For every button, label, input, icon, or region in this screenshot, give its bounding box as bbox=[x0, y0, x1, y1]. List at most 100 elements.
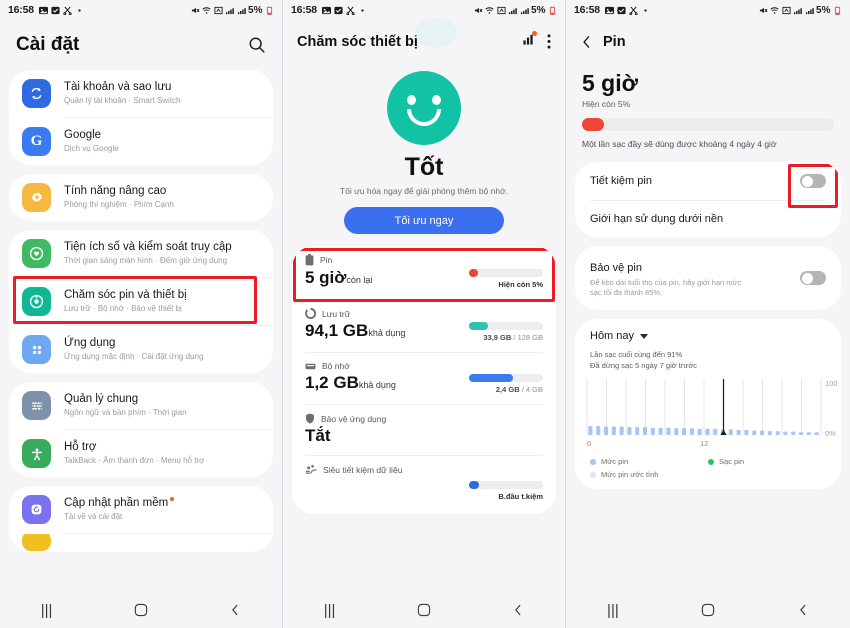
svg-text:12: 12 bbox=[700, 439, 708, 448]
signal-icon bbox=[237, 7, 246, 14]
item-value: 1,2 GBkhả dụng bbox=[305, 373, 396, 392]
mute-icon bbox=[191, 7, 199, 13]
scissors-icon bbox=[629, 6, 638, 15]
item-label: Bộ nhớ bbox=[322, 361, 350, 371]
sidebar-item-accessibility[interactable]: Hỗ trợ TalkBack · Âm thanh đơn · Menu hỗ… bbox=[9, 430, 273, 477]
setting-battery-protection[interactable]: Bảo vệ pin Để kéo dài tuổi thọ của pin, … bbox=[575, 246, 841, 310]
nav-bar-3: ||| bbox=[566, 592, 850, 628]
recents-button[interactable]: ||| bbox=[41, 602, 53, 619]
search-icon[interactable] bbox=[248, 36, 266, 54]
setting-power-saving[interactable]: Tiết kiệm pin bbox=[575, 162, 841, 200]
checkbox-icon bbox=[334, 6, 343, 14]
battery-progress-bar bbox=[469, 269, 543, 277]
chart-icon[interactable] bbox=[522, 31, 537, 51]
power-saving-toggle[interactable] bbox=[800, 174, 826, 188]
battery-time-left: 5 giờ bbox=[582, 70, 638, 96]
scissors-icon bbox=[346, 6, 355, 15]
back-chevron-icon[interactable] bbox=[581, 34, 592, 50]
mute-icon bbox=[474, 7, 482, 13]
sidebar-item-general-management[interactable]: Quản lý chung Ngôn ngữ và bàn phím · Thờ… bbox=[9, 382, 273, 429]
usage-period-label: Hôm nay bbox=[590, 330, 635, 342]
recents-button[interactable]: ||| bbox=[324, 602, 336, 619]
device-care-item-memory[interactable]: Bộ nhớ 1,2 GBkhả dụng 2,4 GB / 4 GB bbox=[292, 353, 556, 404]
chart-legend: Mức pin Sạc pin Mức pin ước tính bbox=[575, 451, 841, 481]
item-title: Tính năng nâng cao bbox=[64, 185, 167, 197]
overflow-menu-icon[interactable] bbox=[547, 34, 551, 49]
item-subtitle: Lưu trữ · Bộ nhớ · Bảo vệ thiết bị bbox=[64, 304, 182, 313]
panel-settings: 16:58 5% Cài đặt Tài khoản và sao lưu Qu… bbox=[0, 0, 283, 628]
battery-protection-toggle[interactable] bbox=[800, 271, 826, 285]
status-bar-2: 16:58 5% bbox=[283, 0, 565, 20]
heart-circle-icon bbox=[22, 239, 51, 268]
sidebar-item-battery-device-care[interactable]: Chăm sóc pin và thiết bị Lưu trữ · Bộ nh… bbox=[9, 278, 273, 325]
memory-progress-bar bbox=[469, 374, 543, 382]
item-subtitle: Thời gian sáng màn hình · Đếm giờ ứng dụ… bbox=[64, 256, 228, 265]
sidebar-item-advanced-features[interactable]: Tính năng nâng cao Phòng thí nghiệm · Ph… bbox=[9, 174, 273, 221]
header-actions bbox=[522, 31, 551, 51]
storage-progress-bar bbox=[469, 322, 543, 330]
legend-dot-icon bbox=[708, 458, 714, 465]
signal-icon bbox=[805, 7, 814, 14]
item-title: Tài khoản và sao lưu bbox=[64, 81, 172, 93]
checkbox-icon bbox=[617, 6, 626, 14]
accessibility-icon bbox=[22, 439, 51, 468]
item-caption: 2,4 GB / 4 GB bbox=[495, 385, 543, 394]
status-left-icons bbox=[321, 6, 367, 15]
status-battery-percent: 5% bbox=[248, 4, 263, 16]
privacy-icon bbox=[22, 534, 51, 551]
last-charge-line: Lần sạc cuối cùng đến 91% bbox=[590, 350, 683, 359]
item-value: 94,1 GBkhả dụng bbox=[305, 321, 406, 340]
item-title: Tiện ích số và kiểm soát truy cập bbox=[64, 241, 232, 253]
usage-period-selector[interactable]: Hôm nay bbox=[575, 319, 841, 342]
battery-usage-card: Hôm nay Lần sạc cuối cùng đến 91% Đã dừn… bbox=[575, 319, 841, 489]
sidebar-item-software-update[interactable]: Cập nhật phần mềm Tải về và cài đặt bbox=[9, 486, 273, 533]
page-title: Cài đặt bbox=[16, 34, 80, 55]
home-button[interactable] bbox=[701, 603, 715, 617]
sidebar-item-partially-visible[interactable] bbox=[9, 534, 273, 552]
back-button[interactable] bbox=[797, 603, 809, 617]
status-time: 16:58 bbox=[291, 4, 317, 16]
sidebar-item-apps[interactable]: Ứng dụng Ứng dụng mặc định · Cài đặt ứng… bbox=[9, 326, 273, 373]
sidebar-item-google[interactable]: G Google Dịch vụ Google bbox=[9, 118, 273, 165]
back-button[interactable] bbox=[229, 603, 241, 617]
setting-label: Giới hạn sử dụng dưới nền bbox=[590, 213, 724, 225]
sliders-icon bbox=[22, 391, 51, 420]
dot-icon bbox=[78, 8, 81, 12]
battery-estimate-note: Một lần sạc đầy sẽ dùng được khoảng 4 ng… bbox=[582, 139, 777, 149]
item-title: Chăm sóc pin và thiết bị bbox=[64, 289, 187, 301]
google-icon: G bbox=[22, 127, 51, 156]
chevron-down-icon[interactable] bbox=[640, 333, 649, 339]
item-title: Quản lý chung bbox=[64, 393, 139, 405]
item-label: Lưu trữ bbox=[322, 308, 351, 319]
item-label: Siêu tiết kiệm dữ liệu bbox=[323, 464, 403, 475]
home-button[interactable] bbox=[134, 603, 148, 617]
battery-icon bbox=[549, 6, 556, 15]
home-button[interactable] bbox=[417, 603, 431, 617]
setting-label: Tiết kiệm pin bbox=[590, 175, 652, 187]
nfc-icon bbox=[781, 6, 791, 14]
optimize-now-button[interactable]: Tối ưu ngay bbox=[344, 207, 504, 234]
signal-icon bbox=[520, 7, 529, 14]
update-badge-dot bbox=[170, 497, 175, 502]
device-care-item-app-protection[interactable]: Bảo vệ ứng dụng Tắt bbox=[292, 405, 556, 455]
status-right-icons: 5% bbox=[759, 5, 842, 16]
device-care-item-battery[interactable]: Pin 5 giờcòn lại Hiện còn 5% bbox=[292, 246, 556, 299]
sidebar-item-accounts[interactable]: Tài khoản và sao lưu Quản lý tài khoản ·… bbox=[9, 70, 273, 117]
battery-protection-card: Bảo vệ pin Để kéo dài tuổi thọ của pin, … bbox=[575, 246, 841, 310]
legend-dot-icon bbox=[590, 471, 596, 478]
setting-background-usage-limits[interactable]: Giới hạn sử dụng dưới nền bbox=[575, 201, 841, 237]
nav-bar-2: ||| bbox=[283, 592, 565, 628]
device-care-item-storage[interactable]: Lưu trữ 94,1 GBkhả dụng 33,9 GB / 128 GB bbox=[292, 300, 556, 352]
battery-toggles-card: Tiết kiệm pin Giới hạn sử dụng dưới nền bbox=[575, 162, 841, 237]
status-time: 16:58 bbox=[574, 4, 600, 16]
status-left-icons bbox=[604, 6, 650, 15]
sidebar-item-digital-wellbeing[interactable]: Tiện ích số và kiểm soát truy cập Thời g… bbox=[9, 230, 273, 277]
device-care-item-data-saver[interactable]: Siêu tiết kiệm dữ liệu B.đầu t.kiệm bbox=[292, 456, 556, 514]
back-button[interactable] bbox=[512, 603, 524, 617]
nfc-icon bbox=[496, 6, 506, 14]
item-subtitle: Ứng dụng mặc định · Cài đặt ứng dụng bbox=[64, 352, 204, 361]
status-battery-percent: 5% bbox=[531, 4, 546, 16]
recents-button[interactable]: ||| bbox=[607, 602, 619, 619]
panel-battery: 16:58 5% Pin 5 giờ Hiện còn 5% Một lần s… bbox=[566, 0, 850, 628]
item-subtitle: Dịch vụ Google bbox=[64, 144, 119, 153]
